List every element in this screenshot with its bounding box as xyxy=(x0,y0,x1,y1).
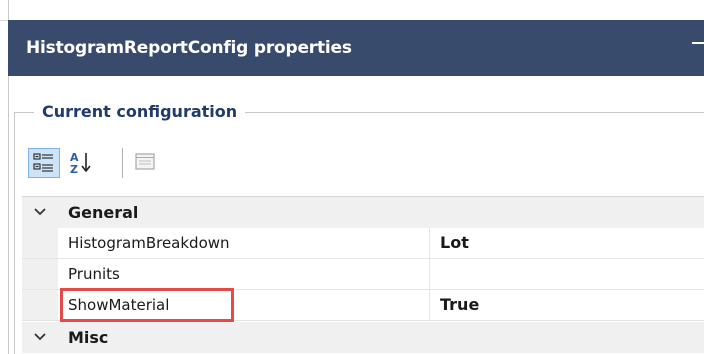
properties-window: HistogramReportConfig properties Current… xyxy=(0,0,704,354)
property-pages-icon xyxy=(135,153,155,170)
sort-alphabetical-button[interactable]: A Z xyxy=(66,148,98,178)
property-name: Prunits xyxy=(68,265,120,283)
minimize-icon[interactable] xyxy=(692,42,704,44)
property-row-prunits[interactable]: Prunits xyxy=(22,259,704,290)
toolbar-separator xyxy=(122,148,123,178)
panel-header: HistogramReportConfig properties xyxy=(8,20,704,76)
row-gutter xyxy=(22,228,58,258)
category-label: Misc xyxy=(68,328,109,347)
categorized-view-icon xyxy=(33,153,53,172)
row-gutter xyxy=(22,290,58,320)
sort-alphabetical-icon: A Z xyxy=(70,151,91,176)
category-row-general[interactable]: General xyxy=(22,197,704,228)
property-row-showmaterial[interactable]: ShowMaterial True xyxy=(22,290,704,321)
window-edge xyxy=(8,0,9,20)
property-row-histogrambreakdown[interactable]: HistogramBreakdown Lot xyxy=(22,228,704,259)
category-row-misc[interactable]: Misc xyxy=(22,322,704,353)
property-value[interactable]: Lot xyxy=(440,228,469,258)
column-divider[interactable] xyxy=(429,228,430,258)
property-name: ShowMaterial xyxy=(68,296,170,314)
row-gutter xyxy=(22,259,58,289)
top-strip xyxy=(0,0,704,21)
property-value[interactable]: True xyxy=(440,290,479,320)
group-label: Current configuration xyxy=(34,100,246,124)
property-grid: General HistogramBreakdown Lot Prunits S… xyxy=(22,196,704,354)
property-name: HistogramBreakdown xyxy=(68,234,230,252)
panel-title: HistogramReportConfig properties xyxy=(26,38,352,58)
categorized-view-button[interactable] xyxy=(28,148,60,178)
column-divider[interactable] xyxy=(429,259,430,289)
chevron-down-icon[interactable] xyxy=(32,205,48,219)
svg-text:Z: Z xyxy=(70,163,78,176)
group-border-left xyxy=(14,112,15,354)
category-label: General xyxy=(68,203,139,222)
chevron-down-icon[interactable] xyxy=(32,330,48,344)
property-pages-button[interactable] xyxy=(130,148,162,178)
property-grid-toolbar: A Z xyxy=(22,142,704,182)
column-divider[interactable] xyxy=(429,290,430,320)
